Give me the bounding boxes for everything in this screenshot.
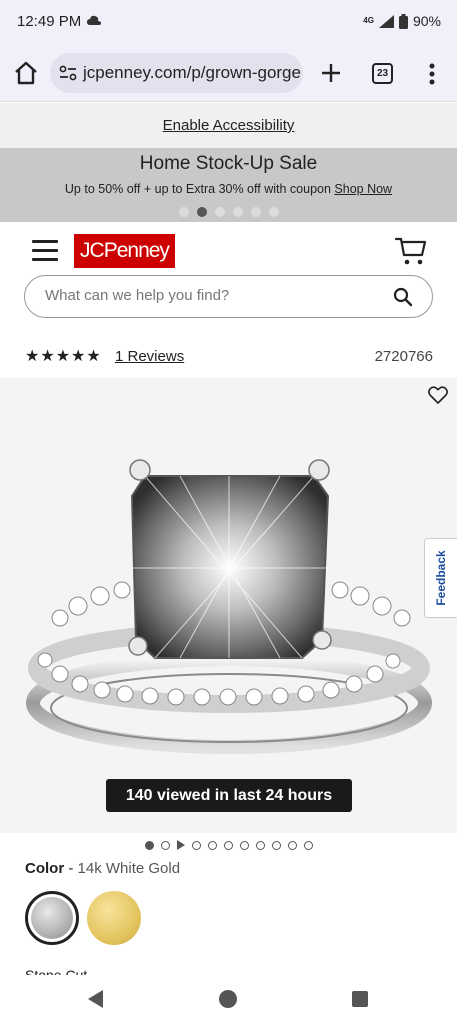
- carousel-dot[interactable]: [144, 840, 154, 850]
- promo-subtitle-text: Up to 50% off + up to Extra 30% off with…: [64, 182, 331, 196]
- recent-apps-icon[interactable]: [352, 991, 368, 1007]
- accessibility-bar: Enable Accessibility: [0, 103, 457, 148]
- promo-banner[interactable]: Home Stock-Up Sale Up to 50% off + up to…: [0, 148, 457, 222]
- heart-icon[interactable]: [428, 386, 448, 404]
- hamburger-menu-icon[interactable]: [32, 240, 58, 262]
- cloud-icon: [87, 15, 101, 25]
- carousel-dot[interactable]: [239, 840, 249, 850]
- status-bar: 12:49 PM 4G 90%: [0, 0, 457, 46]
- address-bar[interactable]: jcpenney.com/p/grown-gorge: [50, 53, 303, 93]
- promo-dot[interactable]: [196, 207, 207, 217]
- tabs-icon[interactable]: 23: [372, 63, 393, 84]
- system-nav-bar: [0, 975, 457, 1023]
- signal-icon: [378, 14, 394, 28]
- network-type: 4G: [363, 16, 374, 25]
- carousel-dot[interactable]: [223, 840, 233, 850]
- carousel-dot[interactable]: [271, 840, 281, 850]
- site-header: JCPenney: [0, 222, 457, 330]
- product-image[interactable]: Feedback 140 viewed in last 24 hours: [0, 378, 457, 833]
- battery-percent: 90%: [412, 13, 441, 29]
- search-input[interactable]: [45, 287, 375, 304]
- color-label-title: Color: [25, 860, 65, 877]
- enable-accessibility-link[interactable]: Enable Accessibility: [163, 117, 295, 134]
- swatch-white-gold[interactable]: [25, 891, 79, 945]
- color-separator: -: [64, 860, 78, 877]
- back-icon[interactable]: [88, 990, 103, 1008]
- promo-dots: [0, 207, 457, 217]
- carousel-dot[interactable]: [287, 840, 297, 850]
- promo-title: Home Stock-Up Sale: [139, 153, 318, 174]
- ring-image: [26, 459, 432, 754]
- shop-now-link[interactable]: Shop Now: [334, 182, 392, 196]
- home-nav-icon[interactable]: [219, 990, 237, 1008]
- image-carousel-dots[interactable]: [0, 840, 457, 850]
- carousel-dot[interactable]: [160, 840, 170, 850]
- product-id: 2720766: [374, 348, 433, 365]
- battery-icon: [398, 13, 408, 29]
- viewed-badge: 140 viewed in last 24 hours: [106, 779, 352, 812]
- star-rating: ★★★★★: [25, 348, 102, 365]
- color-label: Color - 14k White Gold: [25, 860, 180, 877]
- promo-dot[interactable]: [250, 207, 261, 217]
- home-icon[interactable]: [13, 60, 39, 86]
- carousel-dot[interactable]: [255, 840, 265, 850]
- url-text[interactable]: jcpenney.com/p/grown-gorge: [83, 63, 301, 83]
- reviews-link[interactable]: 1 Reviews: [115, 348, 184, 365]
- carousel-dot[interactable]: [303, 840, 313, 850]
- site-settings-icon[interactable]: [59, 65, 77, 81]
- rating-row: ★★★★★ 1 Reviews 2720766: [25, 346, 433, 368]
- swatch-yellow-gold[interactable]: [87, 891, 141, 945]
- carousel-dot[interactable]: [191, 840, 201, 850]
- new-tab-icon[interactable]: [317, 59, 345, 87]
- cart-icon[interactable]: [395, 236, 427, 266]
- promo-subtitle: Up to 50% off + up to Extra 30% off with…: [0, 182, 457, 196]
- promo-dot[interactable]: [232, 207, 243, 217]
- status-time: 12:49 PM: [17, 13, 82, 30]
- play-video-icon[interactable]: [176, 840, 185, 850]
- promo-dot[interactable]: [214, 207, 225, 217]
- status-icons: 4G 90%: [363, 13, 441, 29]
- browser-toolbar: jcpenney.com/p/grown-gorge 23: [0, 46, 457, 102]
- color-value: 14k White Gold: [77, 860, 181, 877]
- search-icon[interactable]: [393, 287, 413, 307]
- search-bar[interactable]: [24, 275, 433, 318]
- jcpenney-logo[interactable]: JCPenney: [74, 234, 175, 268]
- carousel-dot[interactable]: [207, 840, 217, 850]
- more-menu-icon[interactable]: [424, 60, 440, 88]
- feedback-label[interactable]: Feedback: [434, 550, 448, 605]
- promo-dot[interactable]: [178, 207, 189, 217]
- feedback-tab[interactable]: Feedback: [424, 538, 457, 618]
- promo-dot[interactable]: [268, 207, 279, 217]
